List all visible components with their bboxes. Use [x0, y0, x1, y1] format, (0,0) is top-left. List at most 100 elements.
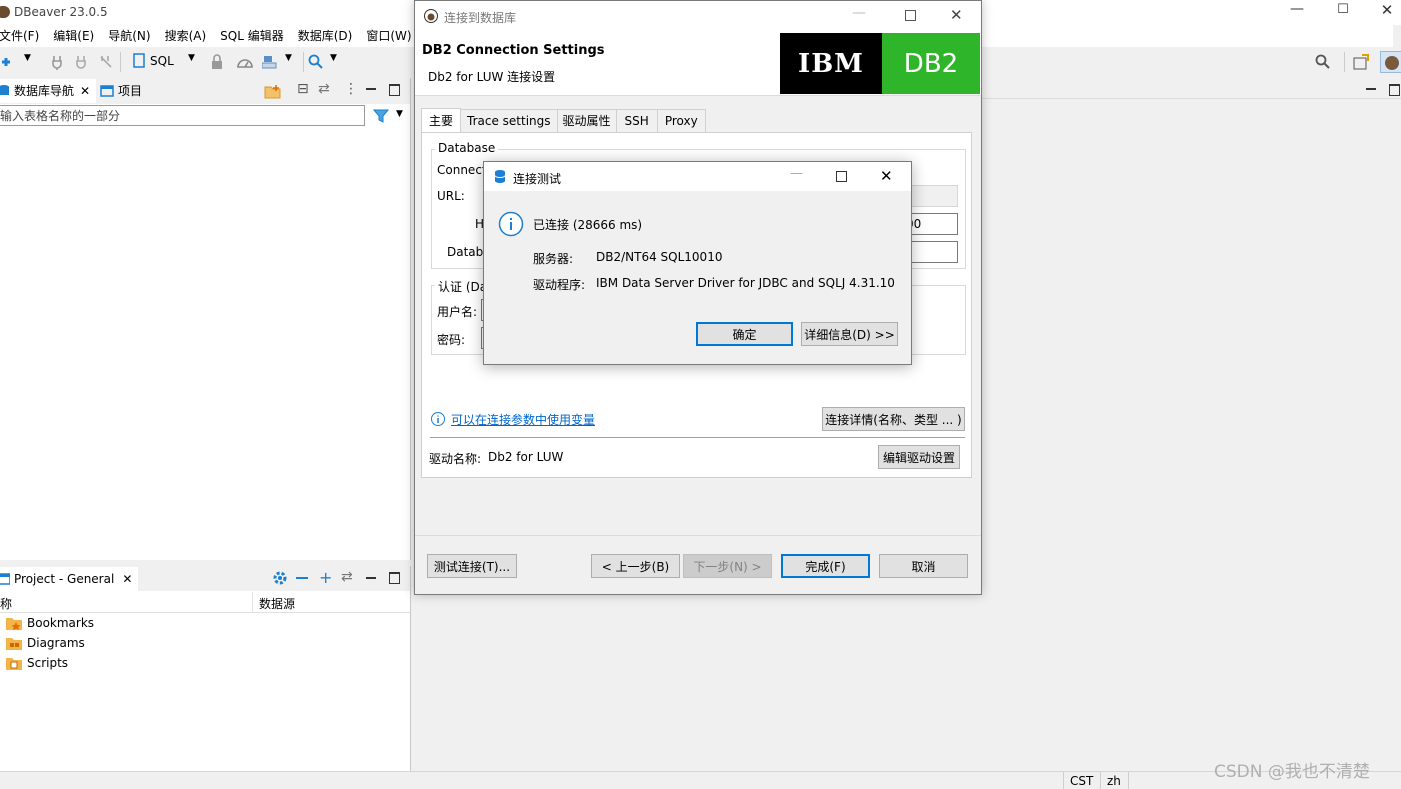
username-label: 用户名:	[437, 305, 478, 319]
scripts-folder-icon	[6, 658, 22, 670]
invalidate-icon[interactable]	[74, 54, 90, 73]
column-header-name[interactable]: 名称	[0, 595, 12, 612]
ok-button[interactable]: 确定	[696, 322, 793, 346]
disconnect-icon[interactable]	[98, 54, 114, 73]
minimize-view-icon[interactable]	[366, 88, 376, 90]
close-button[interactable]: ✕	[880, 167, 893, 185]
search-icon[interactable]	[308, 54, 324, 73]
maximize-editor-icon[interactable]	[1389, 84, 1400, 96]
expand-icon[interactable]: +	[319, 568, 332, 587]
new-connection-icon[interactable]	[0, 54, 14, 73]
finish-button[interactable]: 完成(F)	[781, 554, 870, 578]
open-perspective-icon[interactable]	[1353, 54, 1369, 73]
variables-link[interactable]: 可以在连接参数中使用变量	[451, 411, 595, 428]
minimize-button[interactable]: —	[1282, 1, 1312, 17]
menu-edit[interactable]: 编辑(E)	[46, 25, 101, 47]
menu-window[interactable]: 窗口(W)	[359, 25, 418, 47]
bookmarks-folder-icon	[6, 618, 22, 630]
sql-editor-button[interactable]: SQL	[132, 53, 174, 69]
collapse-icon[interactable]	[296, 577, 308, 579]
table-filter-input[interactable]: 输入表格名称的一部分	[0, 105, 365, 126]
watermark-text: CSDN @我也不清楚	[1214, 762, 1370, 782]
minimize-editor-icon[interactable]	[1366, 88, 1376, 90]
link-editor-icon[interactable]: ⇄	[341, 569, 353, 585]
column-divider	[252, 592, 253, 612]
page-subtitle: Db2 for LUW 连接设置	[428, 70, 556, 84]
column-header-datasource[interactable]: 数据源	[259, 595, 295, 612]
close-tab-icon[interactable]: ✕	[80, 79, 90, 103]
server-value: DB2/NT64 SQL10010	[596, 250, 723, 264]
tab-ssh[interactable]: SSH	[616, 109, 658, 133]
cancel-button[interactable]: 取消	[879, 554, 968, 578]
minimize-view-icon[interactable]	[366, 577, 376, 579]
status-divider	[1063, 772, 1064, 789]
password-label: 密码:	[437, 333, 466, 347]
tab-main[interactable]: 主要	[421, 107, 462, 133]
list-item[interactable]: Diagrams	[6, 636, 85, 650]
maximize-button[interactable]	[836, 171, 847, 182]
next-button[interactable]: 下一步(N) >	[683, 554, 772, 578]
maximize-button[interactable]: ☐	[1328, 2, 1358, 17]
chevron-down-icon[interactable]: ▼	[24, 53, 31, 63]
project-item-label: Scripts	[27, 656, 69, 670]
search-chevron-icon[interactable]: ▼	[330, 53, 337, 63]
new-folder-icon[interactable]	[264, 84, 282, 103]
list-item[interactable]: Scripts	[6, 656, 68, 670]
test-dialog-titlebar: 连接测试 — ✕	[484, 162, 911, 191]
test-connection-button[interactable]: 测试连接(T)...	[427, 554, 517, 578]
menu-file[interactable]: 文件(F)	[0, 25, 46, 47]
list-item[interactable]: Bookmarks	[6, 616, 94, 630]
ibm-logo: IBM	[780, 33, 882, 94]
connect-plug-icon[interactable]	[50, 54, 64, 73]
filter-icon[interactable]	[372, 108, 391, 127]
project-icon	[0, 573, 10, 585]
driver-divider	[430, 437, 965, 438]
tab-driver-properties[interactable]: 驱动属性	[557, 109, 617, 133]
sql-dropdown-chevron-icon[interactable]: ▼	[188, 53, 195, 63]
menu-navigate[interactable]: 导航(N)	[101, 25, 157, 47]
global-search-icon[interactable]	[1315, 54, 1331, 73]
edit-driver-settings-button[interactable]: 编辑驱动设置	[878, 445, 960, 469]
tab-projects[interactable]: 项目	[94, 79, 148, 103]
close-tab-icon[interactable]: ✕	[122, 567, 132, 591]
link-editor-icon[interactable]: ⇄	[318, 81, 330, 97]
filter-chevron-icon[interactable]: ▼	[396, 109, 403, 119]
ok-label: 确定	[732, 327, 757, 342]
toolbar-separator-2	[303, 52, 304, 72]
dashboard-gauge-icon[interactable]	[236, 54, 254, 73]
minimize-button[interactable]: —	[852, 5, 866, 21]
locale-indicator: zh	[1107, 774, 1121, 788]
back-button[interactable]: < 上一步(B)	[591, 554, 680, 578]
tab-label: Project - General	[14, 572, 115, 586]
maximize-button[interactable]	[905, 10, 916, 21]
minimize-button[interactable]: —	[790, 166, 803, 181]
status-divider	[1128, 772, 1129, 789]
connection-details-button[interactable]: 连接详情(名称、类型 ... )	[822, 407, 965, 431]
menu-search[interactable]: 搜索(A)	[158, 25, 214, 47]
menu-database[interactable]: 数据库(D)	[291, 25, 360, 47]
close-button[interactable]: ✕	[950, 6, 963, 24]
project-table-header: 名称 数据源	[0, 592, 410, 613]
next-label: 下一步(N) >	[693, 559, 762, 574]
transaction-mode-icon[interactable]	[261, 54, 278, 73]
view-menu-icon[interactable]: ⋮	[344, 81, 358, 97]
tab-project-general[interactable]: Project - General ✕	[0, 567, 139, 591]
maximize-view-icon[interactable]	[389, 572, 400, 584]
gear-icon[interactable]	[272, 570, 288, 589]
close-button[interactable]: ✕	[1372, 1, 1401, 19]
status-bar: CST zh	[0, 771, 1401, 789]
dbeaver-perspective-icon[interactable]	[1380, 51, 1401, 73]
tab-trace-settings[interactable]: Trace settings	[461, 109, 558, 133]
lock-icon[interactable]	[210, 54, 224, 73]
menu-sql-editor[interactable]: SQL 编辑器	[213, 25, 291, 47]
transaction-chevron-icon[interactable]: ▼	[285, 53, 292, 63]
project-panel: Project - General ✕ + ⇄ 名称 数据源 Bookmarks…	[0, 566, 411, 771]
back-label: < 上一步(B)	[601, 559, 670, 574]
tab-proxy[interactable]: Proxy	[657, 109, 706, 133]
database-navigator-panel: 数据库导航 ✕ 项目 ⊟ ⇄ ⋮ 输入表格名称的一部分 ▼	[0, 78, 411, 560]
details-button[interactable]: 详细信息(D) >>	[801, 322, 898, 346]
maximize-view-icon[interactable]	[389, 84, 400, 96]
collapse-all-icon[interactable]: ⊟	[297, 81, 309, 97]
driver-name-value: Db2 for LUW	[488, 450, 564, 464]
tab-database-navigator[interactable]: 数据库导航 ✕	[0, 79, 97, 103]
